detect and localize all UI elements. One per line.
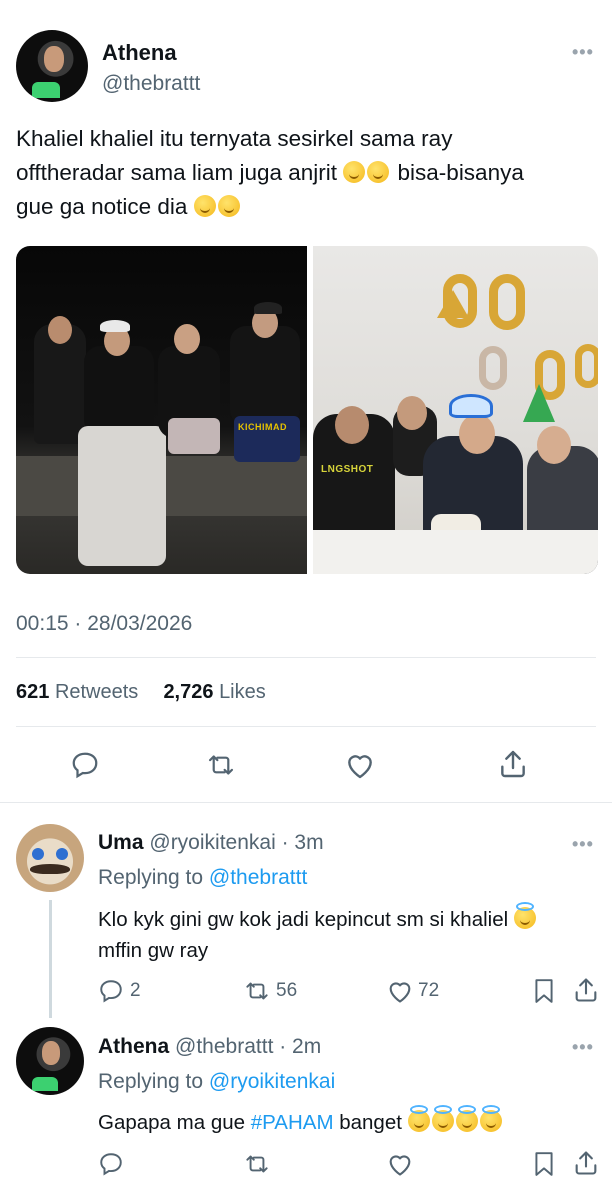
- section-separator: [0, 802, 612, 803]
- like-icon[interactable]: [386, 1151, 414, 1177]
- smiling-face-with-halo-icon: [407, 1105, 430, 1132]
- like-icon[interactable]: [344, 750, 376, 780]
- reply-icon[interactable]: [70, 750, 100, 780]
- reply1-text: Klo kyk gini gw kok jadi kepincut sm si …: [98, 902, 598, 966]
- tweet-text: Khaliel khaliel itu ternyata sesirkel sa…: [16, 122, 606, 224]
- reply2-header: Athena @thebrattt · 2m: [98, 1035, 321, 1059]
- mention-link[interactable]: @ryoikitenkai: [209, 1070, 335, 1093]
- tweet-text-line-3: gue ga notice dia: [16, 190, 606, 224]
- reply-icon[interactable]: [98, 978, 124, 1004]
- smiling-face-with-halo-icon: [513, 902, 536, 929]
- reply1-header: Uma @ryoikitenkai · 3m: [98, 831, 324, 855]
- drooling-face-icon: [367, 161, 390, 183]
- retweets-stat[interactable]: 621 Retweets: [16, 681, 138, 703]
- author-handle[interactable]: @thebrattt: [102, 72, 200, 96]
- bookmark-icon[interactable]: [532, 1151, 556, 1177]
- smiling-face-with-halo-icon: [479, 1105, 502, 1132]
- thread-line: [49, 900, 52, 1018]
- reply1-handle-time[interactable]: @ryoikitenkai · 3m: [149, 831, 323, 854]
- photo2-shirt-text: LNGSHOT: [321, 464, 374, 475]
- reply2-name[interactable]: Athena: [98, 1035, 169, 1058]
- reply2-avatar[interactable]: [16, 1027, 84, 1095]
- mention-link[interactable]: @thebrattt: [209, 866, 307, 889]
- more-icon[interactable]: •••: [572, 1037, 594, 1058]
- reply2-actions: [98, 1151, 598, 1181]
- reply1-retweet-count: 56: [276, 980, 298, 1001]
- reply-icon[interactable]: [98, 1151, 124, 1177]
- retweet-icon[interactable]: [242, 978, 272, 1004]
- share-icon[interactable]: [572, 1149, 600, 1177]
- divider: [16, 726, 596, 727]
- photo1-pants-text: KICHIMAD: [238, 422, 287, 432]
- reply2-replying-to: Replying to @ryoikitenkai: [98, 1070, 336, 1093]
- author-avatar[interactable]: [16, 30, 88, 102]
- smiling-face-with-halo-icon: [455, 1105, 478, 1132]
- reply2-handle-time[interactable]: @thebrattt · 2m: [175, 1035, 321, 1058]
- reply1-actions: 2 56 72: [98, 978, 598, 1008]
- share-icon[interactable]: [497, 748, 529, 780]
- hashtag-link[interactable]: #PAHAM: [251, 1111, 334, 1134]
- like-icon[interactable]: [386, 978, 414, 1004]
- reply1-replying-to: Replying to @thebrattt: [98, 866, 308, 889]
- reply1-like-count: 72: [418, 980, 440, 1001]
- tweet-text-line-1: Khaliel khaliel itu ternyata sesirkel sa…: [16, 126, 453, 151]
- tweet-stats: 621 Retweets 2,726 Likes: [16, 681, 266, 704]
- retweet-icon[interactable]: [242, 1151, 272, 1177]
- retweet-icon[interactable]: [204, 750, 238, 780]
- bookmark-icon[interactable]: [532, 978, 556, 1004]
- tweet-photo-2[interactable]: LNGSHOT: [313, 246, 598, 574]
- drooling-face-icon: [217, 195, 240, 217]
- drooling-face-icon: [193, 195, 216, 217]
- tweet-timestamp[interactable]: 00:15 · 28/03/2026: [16, 612, 192, 636]
- drooling-face-icon: [343, 161, 366, 183]
- reply1-avatar[interactable]: [16, 824, 84, 892]
- tweet-photo-1[interactable]: KICHIMAD: [16, 246, 307, 574]
- reply2-text: Gapapa ma gue #PAHAM banget: [98, 1105, 598, 1138]
- likes-stat[interactable]: 2,726 Likes: [163, 681, 265, 703]
- share-icon[interactable]: [572, 976, 600, 1004]
- author-name[interactable]: Athena: [102, 40, 177, 66]
- divider: [16, 657, 596, 658]
- reply1-name[interactable]: Uma: [98, 831, 144, 854]
- reply1-reply-count: 2: [130, 980, 141, 1001]
- tweet-text-line-2: offtheradar sama liam juga anjrit bisa-b…: [16, 160, 524, 185]
- more-icon[interactable]: •••: [572, 834, 594, 855]
- smiling-face-with-halo-icon: [431, 1105, 454, 1132]
- more-icon[interactable]: •••: [572, 42, 594, 63]
